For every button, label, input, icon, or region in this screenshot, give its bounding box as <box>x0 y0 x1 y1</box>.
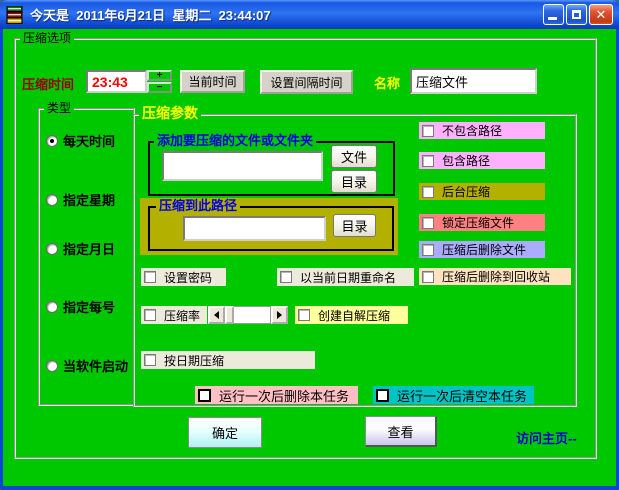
checkbox-box[interactable] <box>422 185 434 198</box>
checkbox-box[interactable] <box>422 154 434 167</box>
app-icon <box>6 5 23 24</box>
homepage-link[interactable]: 访问主页-- <box>516 428 577 447</box>
arrow-left-icon <box>214 311 219 319</box>
checkbox-label: 创建自解压缩 <box>318 308 391 323</box>
checkbox-label: 压缩率 <box>164 308 201 323</box>
radio-icon[interactable] <box>46 134 58 147</box>
radio-on-startup[interactable]: 当软件启动 <box>46 356 128 375</box>
checkbox-label: 后台压缩 <box>442 185 491 199</box>
minimize-button[interactable] <box>543 4 564 25</box>
close-button[interactable]: ✕ <box>589 4 613 25</box>
dest-path-input[interactable] <box>183 216 326 241</box>
window-title: 今天是 2011年6月21日 星期二 23:44:07 <box>30 8 271 23</box>
checkbox-compress-by-date[interactable]: 按日期压缩 <box>141 351 315 369</box>
group-compress-params-label: 压缩参数 <box>139 106 201 120</box>
checkbox-label: 以当前日期重命名 <box>300 270 397 285</box>
radio-specify-day[interactable]: 指定每号 <box>46 297 115 316</box>
compression-ratio-scrollbar[interactable] <box>208 306 288 324</box>
radio-daily-time[interactable]: 每天时间 <box>46 131 115 150</box>
choose-file-button[interactable]: 文件 <box>331 145 377 168</box>
scrollbar-track[interactable] <box>234 306 271 324</box>
checkbox-delete-task-after-run[interactable]: 运行一次后删除本任务 <box>195 386 358 404</box>
checkbox-box[interactable] <box>280 271 292 283</box>
checkbox-label: 运行一次后删除本任务 <box>219 388 350 404</box>
radio-icon[interactable] <box>46 359 58 372</box>
checkbox-label: 设置密码 <box>164 270 213 285</box>
checkbox-clear-task-after-run[interactable]: 运行一次后清空本任务 <box>373 386 534 404</box>
compress-time-label: 压缩时间 <box>22 77 75 92</box>
checkbox-create-sfx[interactable]: 创建自解压缩 <box>295 306 408 324</box>
group-compress-options-label: 压缩选项 <box>20 31 75 45</box>
checkbox-box[interactable] <box>144 271 156 283</box>
minimize-icon <box>548 17 557 20</box>
checkbox-label: 不包含路径 <box>442 124 503 138</box>
checkbox-delete-after-compress[interactable]: 压缩后删除文件 <box>419 241 545 258</box>
checkbox-lock-archive[interactable]: 锁定压缩文件 <box>419 214 545 231</box>
checkbox-compression-ratio[interactable]: 压缩率 <box>141 306 207 324</box>
maximize-button[interactable] <box>566 4 587 25</box>
archive-name-input[interactable] <box>410 68 537 94</box>
checkbox-box[interactable] <box>422 216 434 229</box>
view-button[interactable]: 查看 <box>365 416 437 447</box>
checkbox-box[interactable] <box>298 309 310 321</box>
checkbox-recycle-after-compress[interactable]: 压缩后删除到回收站 <box>419 268 571 285</box>
time-spin-down-button[interactable]: − <box>147 82 172 93</box>
radio-specify-weekday[interactable]: 指定星期 <box>46 190 115 209</box>
radio-label: 指定星期 <box>63 193 116 208</box>
scroll-left-button[interactable] <box>208 306 225 324</box>
radio-icon[interactable] <box>46 300 58 313</box>
checkbox-box[interactable] <box>144 354 156 366</box>
radio-specify-date[interactable]: 指定月日 <box>46 239 115 258</box>
scroll-right-button[interactable] <box>271 306 288 324</box>
radio-label: 指定每号 <box>63 300 116 315</box>
group-dest-path-label: 压缩到此路径 <box>156 199 241 213</box>
radio-icon[interactable] <box>46 242 58 255</box>
checkbox-rename-by-date[interactable]: 以当前日期重命名 <box>277 268 414 286</box>
group-source-files-label: 添加要压缩的文件或文件夹 <box>154 134 317 148</box>
arrow-right-icon <box>277 311 282 319</box>
group-type-label: 类型 <box>44 101 75 115</box>
checkbox-label: 按日期压缩 <box>164 353 225 368</box>
scrollbar-thumb[interactable] <box>225 306 234 324</box>
maximize-icon <box>572 10 581 19</box>
choose-source-dir-button[interactable]: 目录 <box>331 170 377 193</box>
checkbox-no-include-path[interactable]: 不包含路径 <box>419 122 545 139</box>
checkbox-set-password[interactable]: 设置密码 <box>141 268 226 286</box>
time-spin-up-button[interactable]: + <box>147 70 172 81</box>
checkbox-box[interactable] <box>422 124 434 137</box>
compress-time-input[interactable] <box>86 70 147 93</box>
checkbox-box[interactable] <box>198 388 211 402</box>
ok-button[interactable]: 确定 <box>188 417 262 448</box>
checkbox-box[interactable] <box>144 309 156 321</box>
checkbox-label: 压缩后删除文件 <box>442 243 527 257</box>
choose-dest-dir-button[interactable]: 目录 <box>333 214 376 237</box>
app-window: 今天是 2011年6月21日 星期二 23:44:07 ✕ 压缩选项 压缩时间 … <box>0 0 619 490</box>
checkbox-box[interactable] <box>376 388 389 402</box>
checkbox-box[interactable] <box>422 270 434 283</box>
radio-label: 当软件启动 <box>63 359 129 374</box>
checkbox-background-compress[interactable]: 后台压缩 <box>419 183 545 200</box>
set-interval-button[interactable]: 设置间隔时间 <box>260 70 353 94</box>
checkbox-label: 压缩后删除到回收站 <box>442 270 551 284</box>
current-time-button[interactable]: 当前时间 <box>180 70 245 93</box>
title-bar[interactable]: 今天是 2011年6月21日 星期二 23:44:07 ✕ <box>0 0 619 29</box>
checkbox-label: 包含路径 <box>442 154 491 168</box>
name-label: 名称 <box>374 76 401 91</box>
checkbox-box[interactable] <box>422 243 434 256</box>
checkbox-label: 运行一次后清空本任务 <box>397 388 528 404</box>
radio-label: 指定月日 <box>63 242 116 257</box>
checkbox-include-path[interactable]: 包含路径 <box>419 152 545 169</box>
source-path-input[interactable] <box>162 151 323 181</box>
checkbox-label: 锁定压缩文件 <box>442 216 515 230</box>
radio-label: 每天时间 <box>63 134 116 149</box>
close-icon: ✕ <box>595 7 607 22</box>
radio-icon[interactable] <box>46 193 58 206</box>
